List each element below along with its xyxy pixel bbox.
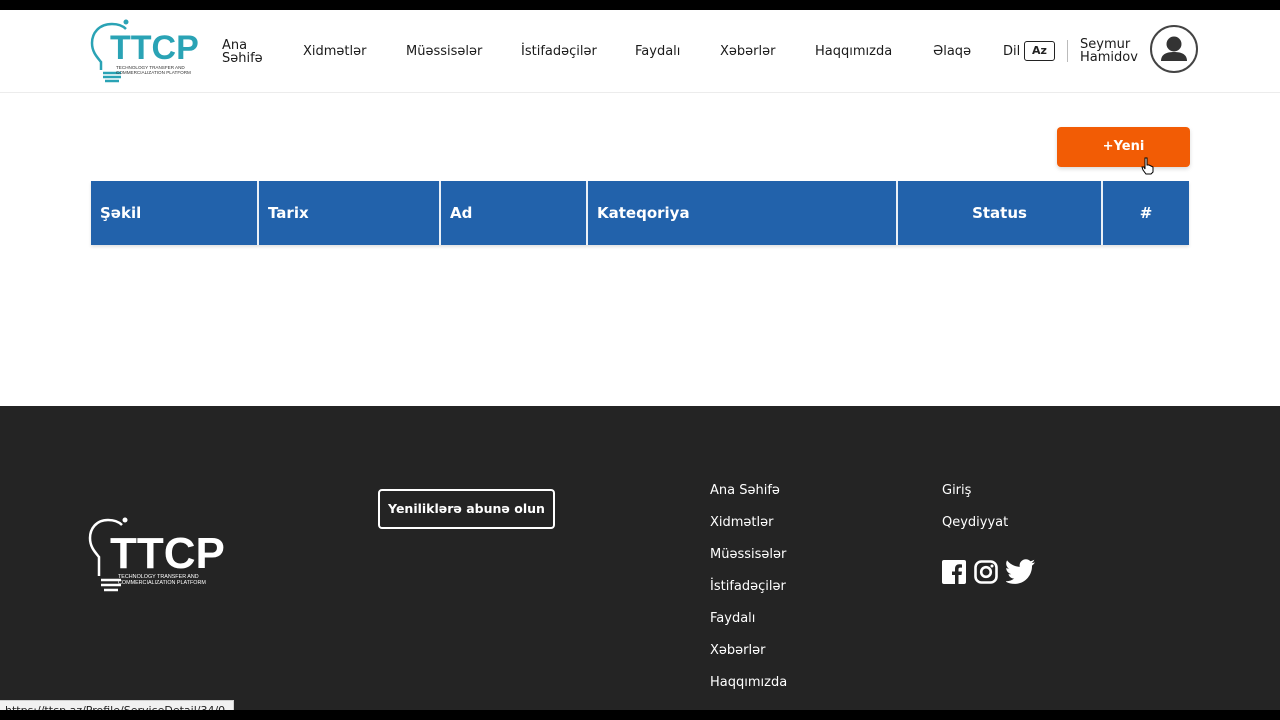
footer-link-register[interactable]: Qeydiyyat	[942, 515, 1008, 530]
nav-useful[interactable]: Faydalı	[635, 44, 680, 59]
column-header-image[interactable]: Şəkil	[91, 181, 259, 245]
header-divider	[1067, 40, 1068, 62]
user-avatar[interactable]	[1150, 25, 1198, 73]
nav-users[interactable]: İstifadəçilər	[521, 44, 597, 59]
user-icon	[1161, 36, 1187, 61]
footer-link-about[interactable]: Haqqımızda	[710, 675, 787, 690]
user-name[interactable]: Seymur Hamidov	[1080, 38, 1144, 64]
logo-tagline-2: COMMERCIALIZATION PLATFORM	[116, 70, 191, 75]
site-header: TTCP TECHNOLOGY TRANSFER AND COMMERCIALI…	[0, 10, 1280, 93]
logo-wordmark: TTCP	[110, 29, 199, 67]
user-last-name: Hamidov	[1080, 50, 1138, 65]
browser-status-url: https://ttcp.az/Profile/ServiceDetail/34…	[0, 700, 235, 710]
table-header: Şəkil Tarix Ad Kateqoriya Status #	[91, 181, 1189, 245]
language-selector[interactable]: Az	[1024, 41, 1055, 61]
subscribe-button[interactable]: Yeniliklərə abunə olun	[378, 489, 555, 529]
facebook-icon[interactable]	[942, 560, 966, 584]
nav-home-line2: Səhifə	[222, 51, 263, 66]
column-header-actions[interactable]: #	[1103, 181, 1189, 245]
nav-institutions[interactable]: Müəssisələr	[406, 44, 482, 59]
nav-about[interactable]: Haqqımızda	[815, 44, 892, 59]
footer-logo-wordmark: TTCP	[110, 529, 225, 578]
nav-news[interactable]: Xəbərlər	[720, 44, 775, 59]
column-header-status[interactable]: Status	[898, 181, 1103, 245]
nav-home[interactable]: Ana Səhifə	[222, 39, 272, 65]
add-new-button[interactable]: +Yeni	[1057, 127, 1190, 167]
footer-link-useful[interactable]: Faydalı	[710, 611, 755, 626]
column-header-date[interactable]: Tarix	[259, 181, 441, 245]
ttcp-logo[interactable]: TTCP TECHNOLOGY TRANSFER AND COMMERCIALI…	[90, 18, 206, 84]
footer-link-home[interactable]: Ana Səhifə	[710, 483, 780, 498]
footer-link-users[interactable]: İstifadəçilər	[710, 579, 786, 594]
footer-logo-tagline-2: COMMERCIALIZATION PLATFORM	[118, 580, 206, 586]
footer-link-services[interactable]: Xidmətlər	[710, 515, 773, 530]
instagram-icon[interactable]	[974, 560, 998, 584]
column-header-name[interactable]: Ad	[441, 181, 588, 245]
language-label: Dil	[1003, 44, 1021, 59]
nav-services[interactable]: Xidmətlər	[303, 44, 366, 59]
page: TTCP TECHNOLOGY TRANSFER AND COMMERCIALI…	[0, 10, 1280, 710]
hand-cursor-icon	[1141, 157, 1154, 175]
twitter-icon[interactable]	[1006, 559, 1036, 585]
site-footer: TTCP TECHNOLOGY TRANSFER AND COMMERCIALI…	[0, 406, 1280, 710]
footer-link-login[interactable]: Giriş	[942, 483, 971, 498]
column-header-category[interactable]: Kateqoriya	[588, 181, 898, 245]
footer-link-institutions[interactable]: Müəssisələr	[710, 547, 786, 562]
nav-contact[interactable]: Əlaqə	[933, 44, 971, 59]
footer-link-news[interactable]: Xəbərlər	[710, 643, 765, 658]
footer-logo[interactable]: TTCP TECHNOLOGY TRANSFER AND COMMERCIALI…	[88, 516, 228, 600]
